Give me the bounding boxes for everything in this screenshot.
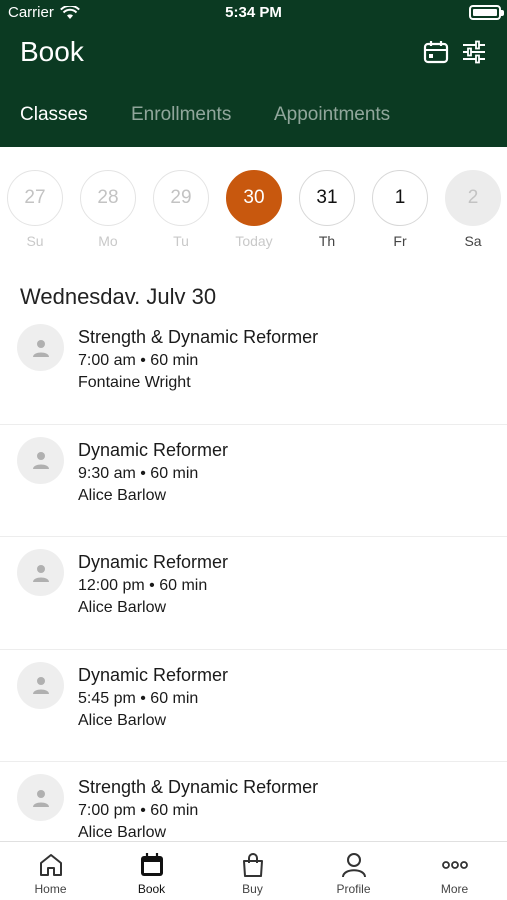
tab-profile[interactable]: Profile [303, 842, 404, 900]
date-item-31[interactable]: 31 Th [298, 170, 356, 249]
class-time: 12:00 pm • 60 min [78, 577, 208, 594]
tab-more[interactable]: More [404, 842, 505, 900]
class-instructor: Alice Barlow [78, 824, 167, 841]
battery-icon [469, 5, 504, 20]
class-instructor: Alice Barlow [78, 486, 167, 504]
class-row[interactable]: Dynamic Reformer 12:00 pm • 60 min Alice… [0, 537, 507, 650]
class-name: Dynamic Reformer [78, 552, 229, 572]
class-name: Dynamic Reformer [78, 439, 229, 460]
tab-book-label: Book [137, 882, 166, 896]
avatar [17, 774, 64, 821]
date-weekday: Fr [393, 233, 407, 249]
page-title: Book [20, 36, 84, 67]
class-time: 7:00 am • 60 min [78, 352, 199, 369]
avatar [17, 324, 64, 371]
avatar [17, 549, 64, 596]
tab-buy[interactable]: Buy [202, 842, 303, 900]
tab-classes[interactable]: Classes [20, 104, 88, 126]
tab-home[interactable]: Home [0, 842, 101, 900]
tab-buy-label: Buy [242, 882, 263, 896]
shopping-bag-icon [242, 853, 263, 877]
date-weekday: Su [26, 233, 44, 249]
class-row[interactable]: Strength & Dynamic Reformer 7:00 am • 60… [0, 312, 507, 425]
more-dots-icon [441, 861, 468, 869]
class-instructor: Alice Barlow [78, 599, 167, 616]
segment-tabs: Classes Enrollments Appointments [0, 100, 507, 134]
person-icon [32, 677, 49, 694]
person-icon [32, 452, 49, 469]
header-bar: Carrier 5:34 PM Book Classes Enrollments… [0, 0, 507, 147]
date-weekday: Sa [464, 233, 482, 249]
date-number: 30 [226, 170, 282, 226]
date-number: 2 [445, 170, 501, 226]
date-picker-strip: 27 Su 28 Mo 29 Tu 30 Today 31 Th 1 Fr 2 … [0, 147, 507, 255]
person-icon [32, 789, 49, 807]
class-row[interactable]: Dynamic Reformer 5:45 pm • 60 min Alice … [0, 650, 507, 762]
class-instructor: Alice Barlow [78, 711, 167, 729]
date-number: 29 [153, 170, 209, 226]
status-time: 5:34 PM [225, 4, 282, 21]
date-weekday: Today [235, 233, 273, 249]
date-number: 31 [299, 170, 355, 226]
class-time: 7:00 pm • 60 min [78, 802, 199, 819]
date-item-1[interactable]: 1 Fr [371, 170, 429, 249]
person-icon [32, 339, 49, 357]
status-bar: Carrier 5:34 PM [0, 0, 507, 26]
list-date-heading: Wednesdav. Julv 30 [20, 284, 217, 309]
date-number: 27 [7, 170, 63, 226]
avatar [17, 661, 64, 709]
class-row[interactable]: Dynamic Reformer 9:30 am • 60 min Alice … [0, 425, 507, 537]
bottom-tab-bar: Home Book Buy Profile More [0, 841, 507, 900]
date-weekday: Th [318, 233, 336, 249]
class-list: Strength & Dynamic Reformer 7:00 am • 60… [0, 312, 507, 875]
person-icon [341, 853, 366, 878]
date-item-29[interactable]: 29 Tu [152, 170, 210, 249]
filter-sliders-icon[interactable] [461, 40, 487, 64]
tab-profile-label: Profile [336, 882, 371, 896]
date-item-28[interactable]: 28 Mo [79, 170, 137, 249]
date-number: 28 [80, 170, 136, 226]
tab-appointments[interactable]: Appointments [274, 104, 390, 126]
calendar-icon [140, 853, 163, 876]
tab-enrollments[interactable]: Enrollments [131, 104, 231, 126]
date-item-27[interactable]: 27 Su [6, 170, 64, 249]
tab-more-label: More [440, 882, 469, 896]
class-time: 5:45 pm • 60 min [78, 689, 199, 707]
class-instructor: Fontaine Wright [78, 374, 191, 391]
class-name: Strength & Dynamic Reformer [78, 777, 319, 797]
date-number: 1 [372, 170, 428, 226]
date-weekday: Tu [173, 233, 189, 249]
avatar [17, 436, 64, 484]
class-name: Dynamic Reformer [78, 664, 229, 685]
date-weekday: Mo [98, 233, 118, 249]
tab-home-label: Home [34, 882, 67, 896]
date-item-today[interactable]: 30 Today [225, 170, 283, 249]
class-time: 9:30 am • 60 min [78, 464, 199, 482]
person-icon [32, 564, 49, 582]
class-name: Strength & Dynamic Reformer [78, 327, 319, 347]
tab-book[interactable]: Book [101, 842, 202, 900]
date-item-2[interactable]: 2 Sa [444, 170, 502, 249]
calendar-icon[interactable] [423, 40, 449, 64]
home-icon [39, 854, 62, 876]
